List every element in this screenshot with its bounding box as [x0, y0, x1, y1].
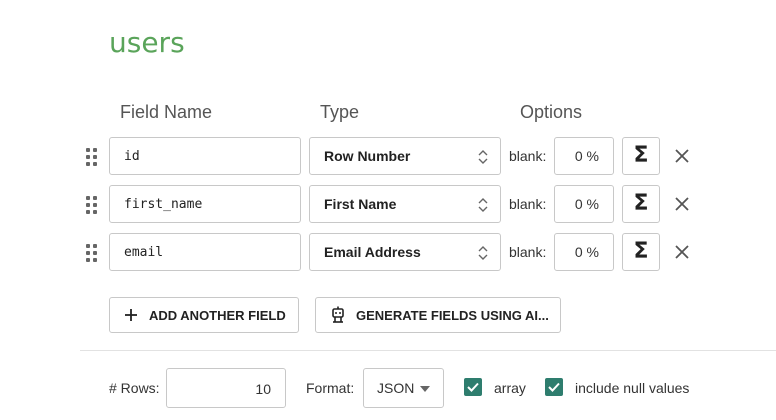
- schema-title: users: [109, 26, 185, 59]
- field-type-label: Email Address: [324, 244, 421, 260]
- close-icon[interactable]: [674, 244, 690, 260]
- blank-percent-input[interactable]: 0 %: [554, 185, 614, 223]
- field-name-input[interactable]: email: [109, 233, 301, 271]
- updown-chevron-icon: [478, 150, 488, 164]
- updown-chevron-icon: [478, 198, 488, 212]
- generate-ai-button[interactable]: GENERATE FIELDS USING AI...: [315, 297, 561, 333]
- blank-label: blank:: [509, 244, 547, 260]
- check-icon: [548, 382, 560, 392]
- field-type-select[interactable]: Email Address: [309, 233, 501, 271]
- field-type-label: First Name: [324, 196, 397, 212]
- field-type-label: Row Number: [324, 148, 411, 164]
- rows-label: # Rows:: [109, 380, 160, 396]
- generate-ai-label: GENERATE FIELDS USING AI...: [356, 307, 549, 323]
- rows-input[interactable]: 10: [166, 368, 286, 408]
- updown-chevron-icon: [478, 246, 488, 260]
- array-label: array: [494, 380, 526, 396]
- column-header-type: Type: [320, 102, 360, 122]
- close-icon[interactable]: [674, 148, 690, 164]
- field-type-select[interactable]: First Name: [309, 185, 501, 223]
- blank-percent-input[interactable]: 0 %: [554, 233, 614, 271]
- caret-down-icon: [420, 386, 430, 392]
- add-field-button[interactable]: ADD ANOTHER FIELD: [109, 297, 299, 333]
- array-checkbox[interactable]: [464, 378, 482, 396]
- sigma-icon[interactable]: Σ: [622, 233, 660, 271]
- drag-handle-icon[interactable]: [86, 244, 98, 262]
- field-name-input[interactable]: first_name: [109, 185, 301, 223]
- include-null-label: include null values: [575, 380, 690, 396]
- column-header-field-name: Field Name: [120, 102, 213, 122]
- sigma-icon[interactable]: Σ: [622, 137, 660, 175]
- add-field-label: ADD ANOTHER FIELD: [149, 307, 286, 323]
- drag-handle-icon[interactable]: [86, 148, 98, 166]
- divider: [80, 350, 776, 351]
- field-type-select[interactable]: Row Number: [309, 137, 501, 175]
- format-select[interactable]: JSON: [363, 368, 444, 408]
- field-name-input[interactable]: id: [109, 137, 301, 175]
- field-row: email Email Address blank: 0 % Σ: [0, 233, 776, 273]
- format-label: Format:: [306, 380, 355, 396]
- column-header-options: Options: [520, 102, 583, 122]
- drag-handle-icon[interactable]: [86, 196, 98, 214]
- field-row: first_name First Name blank: 0 % Σ: [0, 185, 776, 225]
- blank-label: blank:: [509, 196, 547, 212]
- include-null-checkbox[interactable]: [545, 378, 563, 396]
- close-icon[interactable]: [674, 196, 690, 212]
- robot-icon: [332, 306, 344, 323]
- sigma-icon[interactable]: Σ: [622, 185, 660, 223]
- blank-percent-input[interactable]: 0 %: [554, 137, 614, 175]
- blank-label: blank:: [509, 148, 547, 164]
- field-row: id Row Number blank: 0 % Σ: [0, 137, 776, 177]
- format-value: JSON: [377, 380, 415, 396]
- check-icon: [467, 382, 479, 392]
- plus-icon: [125, 309, 137, 321]
